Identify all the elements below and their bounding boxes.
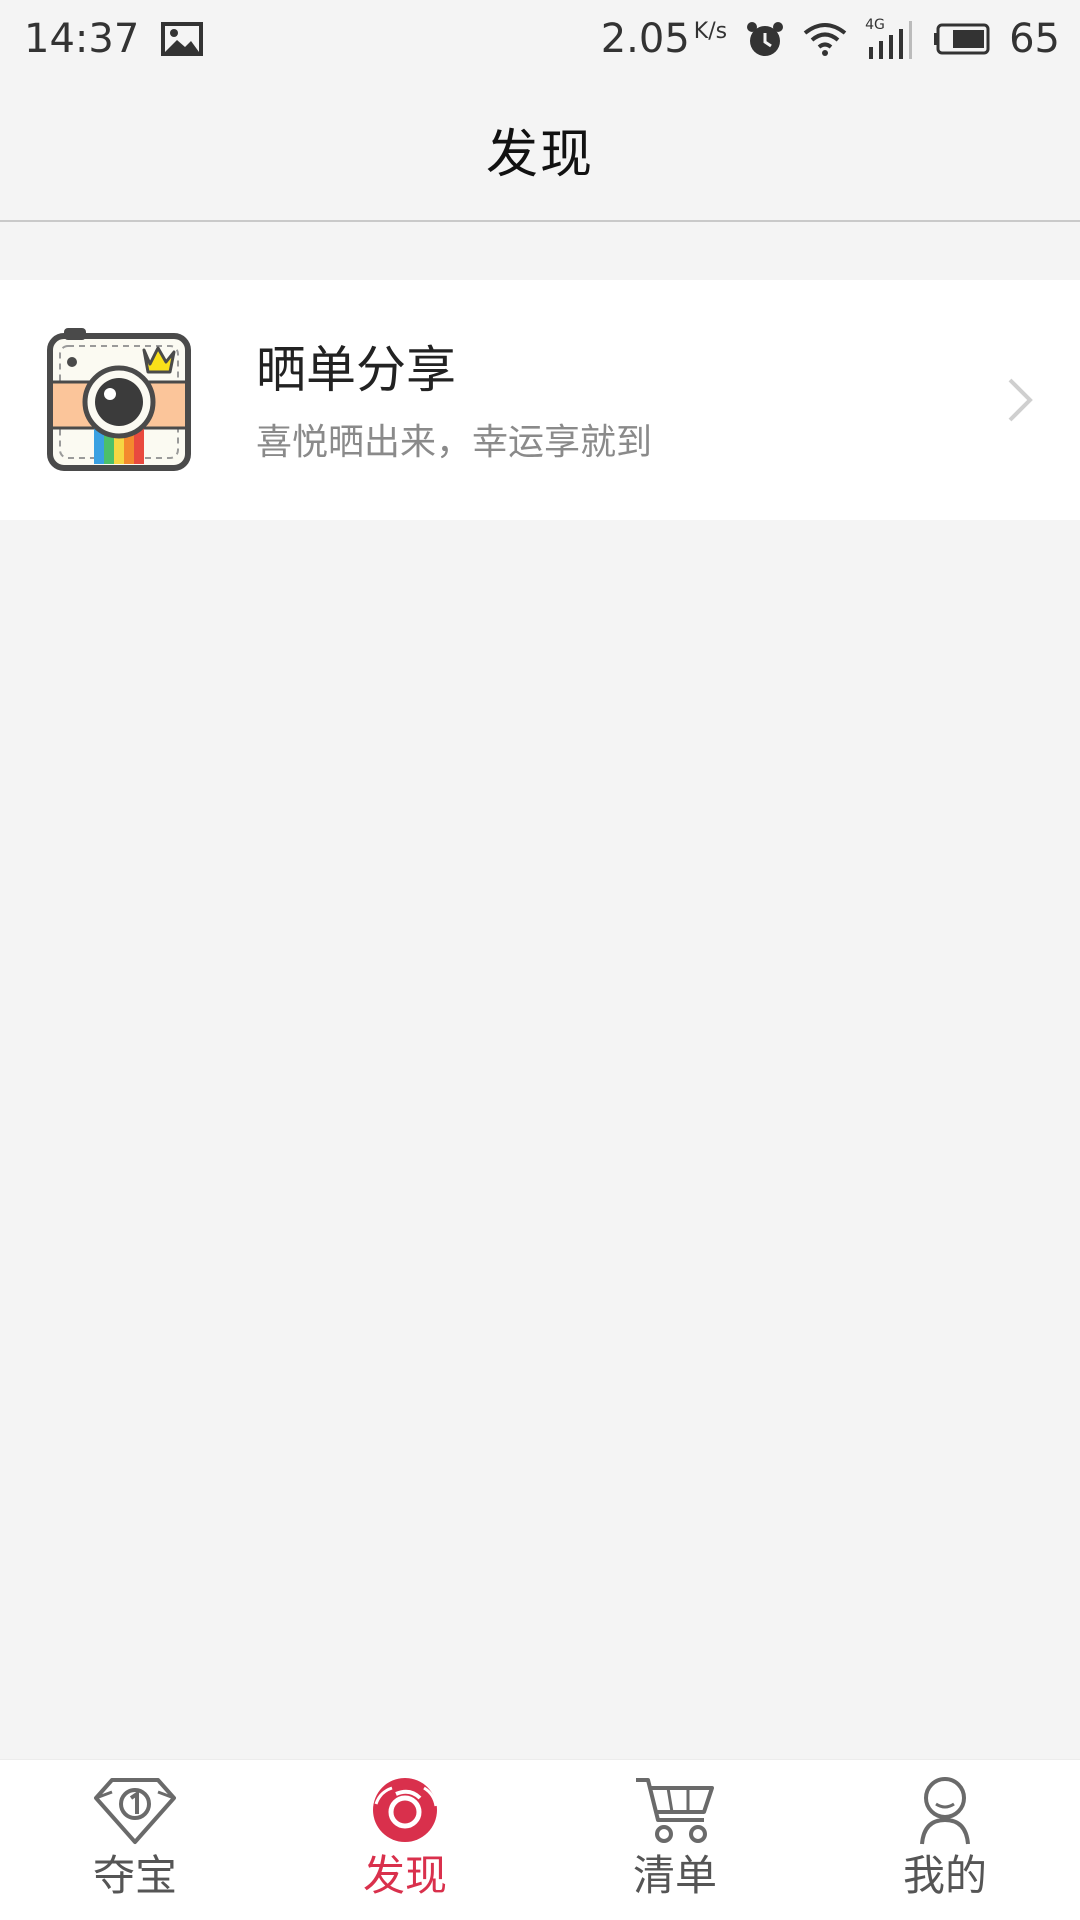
tab-mine[interactable]: 我的 <box>810 1760 1080 1920</box>
network-speed-value: 2.05 <box>600 16 690 62</box>
discover-icon <box>373 1778 438 1842</box>
discover-item-title: 晒单分享 <box>256 341 456 399</box>
tab-cart-label: 清单 <box>632 1851 717 1900</box>
discover-item-share[interactable]: 晒单分享 喜悦晒出来，幸运享就到 <box>0 280 1080 520</box>
network-speed: 2.05 K/s <box>601 16 727 62</box>
page-title: 发现 <box>485 124 594 185</box>
status-time: 14:37 <box>24 16 140 62</box>
tab-discover[interactable]: 发现 <box>270 1760 540 1920</box>
discover-item-subtitle: 喜悦晒出来，幸运享就到 <box>256 422 653 463</box>
alarm-icon <box>747 22 784 56</box>
discover-item-texts: 晒单分享 喜悦晒出来，幸运享就到 <box>256 338 652 468</box>
tab-treasure[interactable]: 夺宝 <box>0 1760 270 1920</box>
status-left: 14:37 <box>24 12 204 66</box>
camera-icon <box>47 328 191 471</box>
battery-icon <box>934 23 990 55</box>
network-speed-unit: K/s <box>693 18 728 44</box>
app-header: 发现 <box>0 78 1080 222</box>
status-right: 2.05 K/s 4G 65 <box>601 12 1060 66</box>
bottom-nav: 夺宝 发现 清单 我的 <box>0 1759 1080 1920</box>
signal-icon <box>869 21 913 59</box>
tab-treasure-label: 夺宝 <box>92 1851 177 1900</box>
diamond-icon <box>94 1778 176 1844</box>
user-icon <box>920 1777 970 1845</box>
tab-cart[interactable]: 清单 <box>540 1760 810 1920</box>
cart-icon <box>636 1778 714 1843</box>
chevron-right-icon <box>1008 378 1033 422</box>
battery-level: 65 <box>1009 16 1060 62</box>
screen: 14:37 2.05 K/s 4G 65 发现 晒单分享 喜悦晒出来，幸运享就到… <box>0 0 1080 1920</box>
image-notification-icon <box>161 22 204 56</box>
discover-list: 晒单分享 喜悦晒出来，幸运享就到 <box>0 280 1080 520</box>
status-bar: 14:37 2.05 K/s 4G 65 <box>0 0 1080 78</box>
signal-indicator: 4G <box>865 17 915 59</box>
wifi-icon <box>803 23 847 56</box>
tab-mine-label: 我的 <box>902 1851 987 1900</box>
tab-discover-label: 发现 <box>362 1851 447 1900</box>
